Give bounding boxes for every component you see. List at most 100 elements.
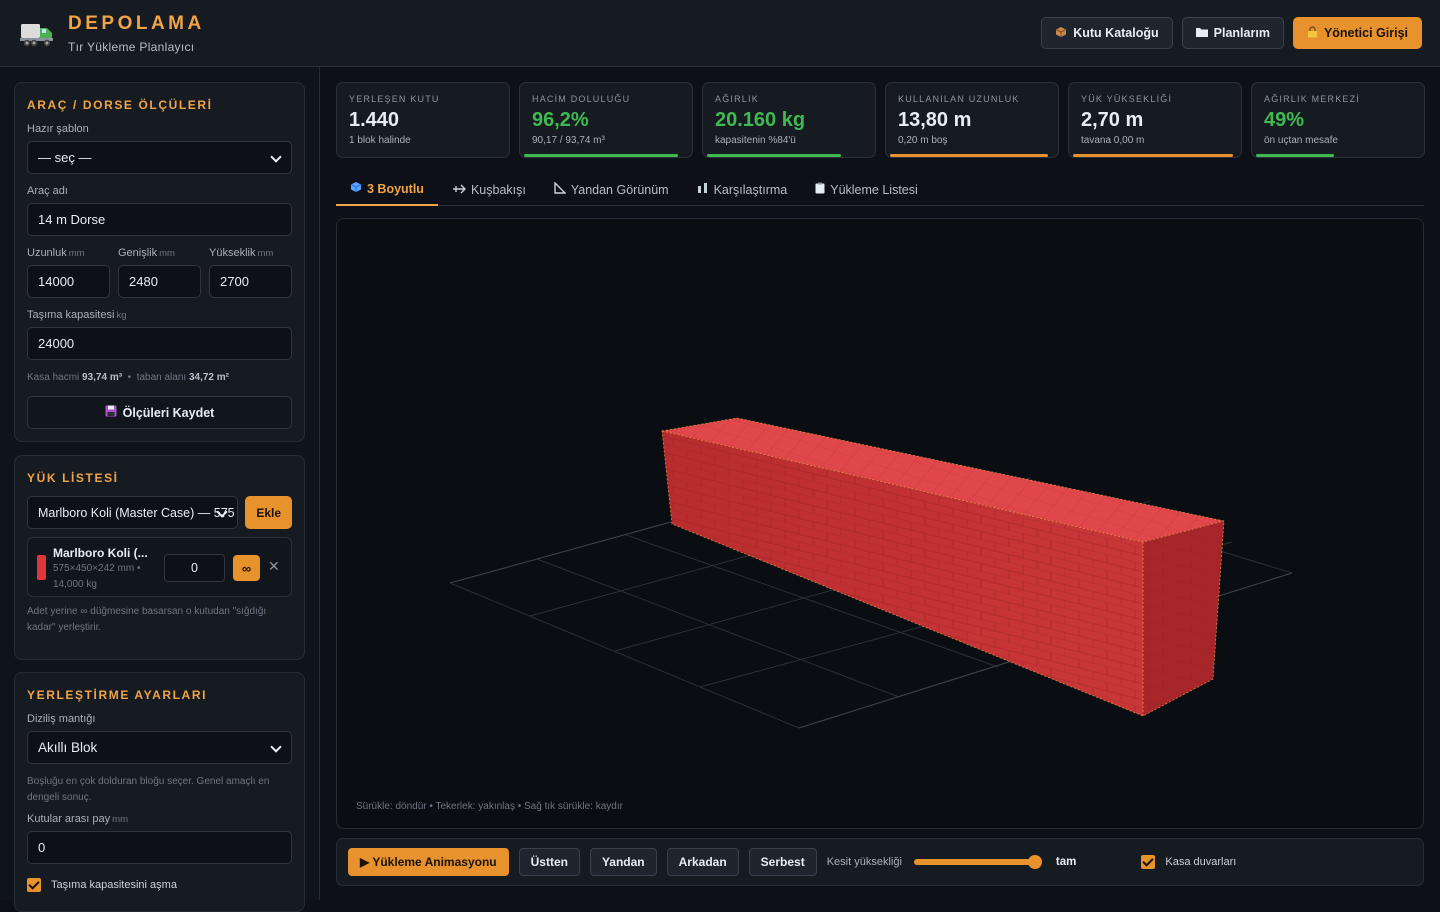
stat-subtext: ön uçtan mesafe xyxy=(1264,135,1338,146)
stat-value: 1.440 xyxy=(349,109,400,131)
capacity-checkbox-label: Taşıma kapasitesini aşma xyxy=(51,879,177,891)
stat-value: 20.160 kg xyxy=(715,109,806,131)
tab-label: Karşılaştırma xyxy=(713,182,788,197)
stat-progress-bar xyxy=(524,154,678,157)
stat-value: 96,2% xyxy=(532,109,589,131)
stat-progress-bar xyxy=(890,154,1048,157)
sidebar: ARAÇ / DORSE ÖLÇÜLERİ Hazır şablon — seç… xyxy=(0,67,320,912)
lock-icon xyxy=(1307,25,1318,41)
vehicle-name-label: Araç adı xyxy=(27,185,68,197)
loading-animation-button[interactable]: ▶ Yükleme Animasyonu xyxy=(348,848,509,876)
top-view-button[interactable]: Üstten xyxy=(518,848,580,876)
layout-logic-label: Diziliş mantığı xyxy=(27,713,96,725)
app-header: DEPOLAMA Tır Yükleme Planlayıcı Kutu Kat… xyxy=(0,0,1440,67)
gap-input[interactable]: 0 xyxy=(27,831,292,864)
tab-loading-list[interactable]: Yükleme Listesi xyxy=(801,173,932,206)
stat-subtext: kapasitenin %84'ü xyxy=(715,135,796,146)
floppy-disk-icon xyxy=(105,405,117,420)
view-toolbar: ▶ Yükleme Animasyonu Üstten Yandan Arkad… xyxy=(336,838,1424,886)
cargo-list-panel: YÜK LİSTESİ Marlboro Koli (Master Case) … xyxy=(14,455,305,660)
plane-icon xyxy=(452,183,466,197)
used-length-stat-card: KULLANILAN UZUNLUK 13,80 m 0,20 m boş xyxy=(885,82,1059,158)
length-input[interactable]: 14000 xyxy=(27,265,110,298)
center-of-gravity-stat-card: AĞIRLIK MERKEZİ 49% ön uçtan mesafe xyxy=(1251,82,1425,158)
clipboard-icon xyxy=(815,182,825,197)
walls-checkbox[interactable] xyxy=(1141,855,1156,869)
3d-scene xyxy=(449,417,1293,729)
stat-title: YERLEŞEN KUTU xyxy=(349,94,440,104)
placed-boxes-stat-card: YERLEŞEN KUTU 1.440 1 blok halinde xyxy=(336,82,510,158)
tab-label: Yükleme Listesi xyxy=(830,182,918,197)
tab-side-view[interactable]: Yandan Görünüm xyxy=(540,173,683,206)
item-color-swatch xyxy=(37,555,46,580)
tab-3d[interactable]: 3 Boyutlu xyxy=(336,173,438,206)
truck-icon xyxy=(20,18,54,48)
stat-subtext: 1 blok halinde xyxy=(349,135,411,146)
free-view-button[interactable]: Serbest xyxy=(748,848,817,876)
brand-subtitle: Tır Yükleme Planlayıcı xyxy=(68,39,195,54)
item-weight: 14,000 kg xyxy=(53,579,97,590)
section-height-value: tam xyxy=(1055,856,1077,868)
width-input[interactable]: 2480 xyxy=(118,265,201,298)
tab-label: 3 Boyutlu xyxy=(367,181,424,196)
stat-subtext: tavana 0,00 m xyxy=(1081,135,1145,146)
stat-progress-bar xyxy=(707,154,842,157)
section-height-label: Kesit yüksekliği xyxy=(826,856,902,868)
template-label: Hazır şablon xyxy=(27,123,89,135)
admin-login-label: Yönetici Girişi xyxy=(1323,26,1408,40)
stat-value: 49% xyxy=(1264,109,1305,131)
item-dimensions: 575×450×242 mm • xyxy=(53,563,141,574)
item-name: Marlboro Koli (... xyxy=(53,546,148,560)
cargo-block xyxy=(661,417,1225,717)
my-plans-label: Planlarım xyxy=(1213,26,1270,40)
tab-comparison[interactable]: Karşılaştırma xyxy=(683,173,802,206)
cargo-box-select[interactable]: Marlboro Koli (Master Case) — 575 xyxy=(27,496,239,529)
side-view-button[interactable]: Yandan xyxy=(589,848,657,876)
load-height-stat-card: YÜK YÜKSEKLİĞİ 2,70 m tavana 0,00 m xyxy=(1068,82,1242,158)
stat-value: 2,70 m xyxy=(1081,109,1144,131)
length-label: Uzunluk mm xyxy=(27,247,85,259)
tab-label: Kuşbakışı xyxy=(470,182,526,197)
stat-title: AĞIRLIK xyxy=(715,94,759,104)
save-dimensions-label: Ölçüleri Kaydet xyxy=(122,405,215,420)
stat-progress-bar xyxy=(1073,154,1233,157)
brand-title: DEPOLAMA xyxy=(68,12,205,34)
section-height-slider[interactable] xyxy=(913,855,1042,869)
add-cargo-button[interactable]: Ekle xyxy=(245,496,292,529)
back-view-button[interactable]: Arkadan xyxy=(666,848,739,876)
box-catalog-label: Kutu Kataloğu xyxy=(1073,26,1159,40)
capacity-input[interactable]: 24000 xyxy=(27,327,292,360)
tab-birds-eye[interactable]: Kuşbakışı xyxy=(438,173,540,206)
gap-label: Kutular arası pay mm xyxy=(27,813,128,825)
compare-icon xyxy=(697,182,709,197)
tab-label: Yandan Görünüm xyxy=(570,182,669,197)
ruler-icon xyxy=(554,181,567,197)
item-quantity-input[interactable]: 0 xyxy=(164,554,225,582)
height-input[interactable]: 2700 xyxy=(209,265,292,298)
fill-max-button[interactable]: ∞ xyxy=(233,555,260,581)
admin-login-button[interactable]: Yönetici Girişi xyxy=(1292,17,1422,49)
stat-title: YÜK YÜKSEKLİĞİ xyxy=(1081,94,1173,104)
my-plans-button[interactable]: Planlarım xyxy=(1181,17,1284,49)
walls-checkbox-label: Kasa duvarları xyxy=(1165,856,1237,868)
capacity-checkbox[interactable] xyxy=(27,878,41,892)
layout-logic-select[interactable]: Akıllı Blok xyxy=(27,731,292,764)
slider-thumb[interactable] xyxy=(1027,855,1042,869)
3d-viewport[interactable]: Sürükle: döndür • Tekerlek: yakınlaş • S… xyxy=(336,218,1424,829)
vehicle-name-input[interactable]: 14 m Dorse xyxy=(27,203,292,236)
stat-subtext: 0,20 m boş xyxy=(898,135,948,146)
cube-icon xyxy=(350,181,362,196)
viewport-hint: Sürükle: döndür • Tekerlek: yakınlaş • S… xyxy=(356,801,623,812)
height-label: Yükseklik mm xyxy=(209,247,274,259)
remove-item-icon[interactable]: ✕ xyxy=(268,558,280,575)
stat-subtext: 90,17 / 93,74 m³ xyxy=(532,135,605,146)
volume-fill-stat-card: HACİM DOLULUĞU 96,2% 90,17 / 93,74 m³ xyxy=(519,82,693,158)
view-tabs: 3 Boyutlu Kuşbakışı Yandan Görünüm Karşılaş… xyxy=(336,173,1424,206)
box-catalog-button[interactable]: Kutu Kataloğu xyxy=(1041,17,1173,49)
box-icon xyxy=(1055,26,1067,41)
capacity-label: Taşıma kapasitesi kg xyxy=(27,309,127,321)
template-select[interactable]: — seç — xyxy=(27,141,292,174)
placement-panel-title: YERLEŞTİRME AYARLARI xyxy=(27,688,208,702)
save-dimensions-button[interactable]: Ölçüleri Kaydet xyxy=(27,396,292,429)
vehicle-dimensions-panel: ARAÇ / DORSE ÖLÇÜLERİ Hazır şablon — seç… xyxy=(14,82,305,442)
